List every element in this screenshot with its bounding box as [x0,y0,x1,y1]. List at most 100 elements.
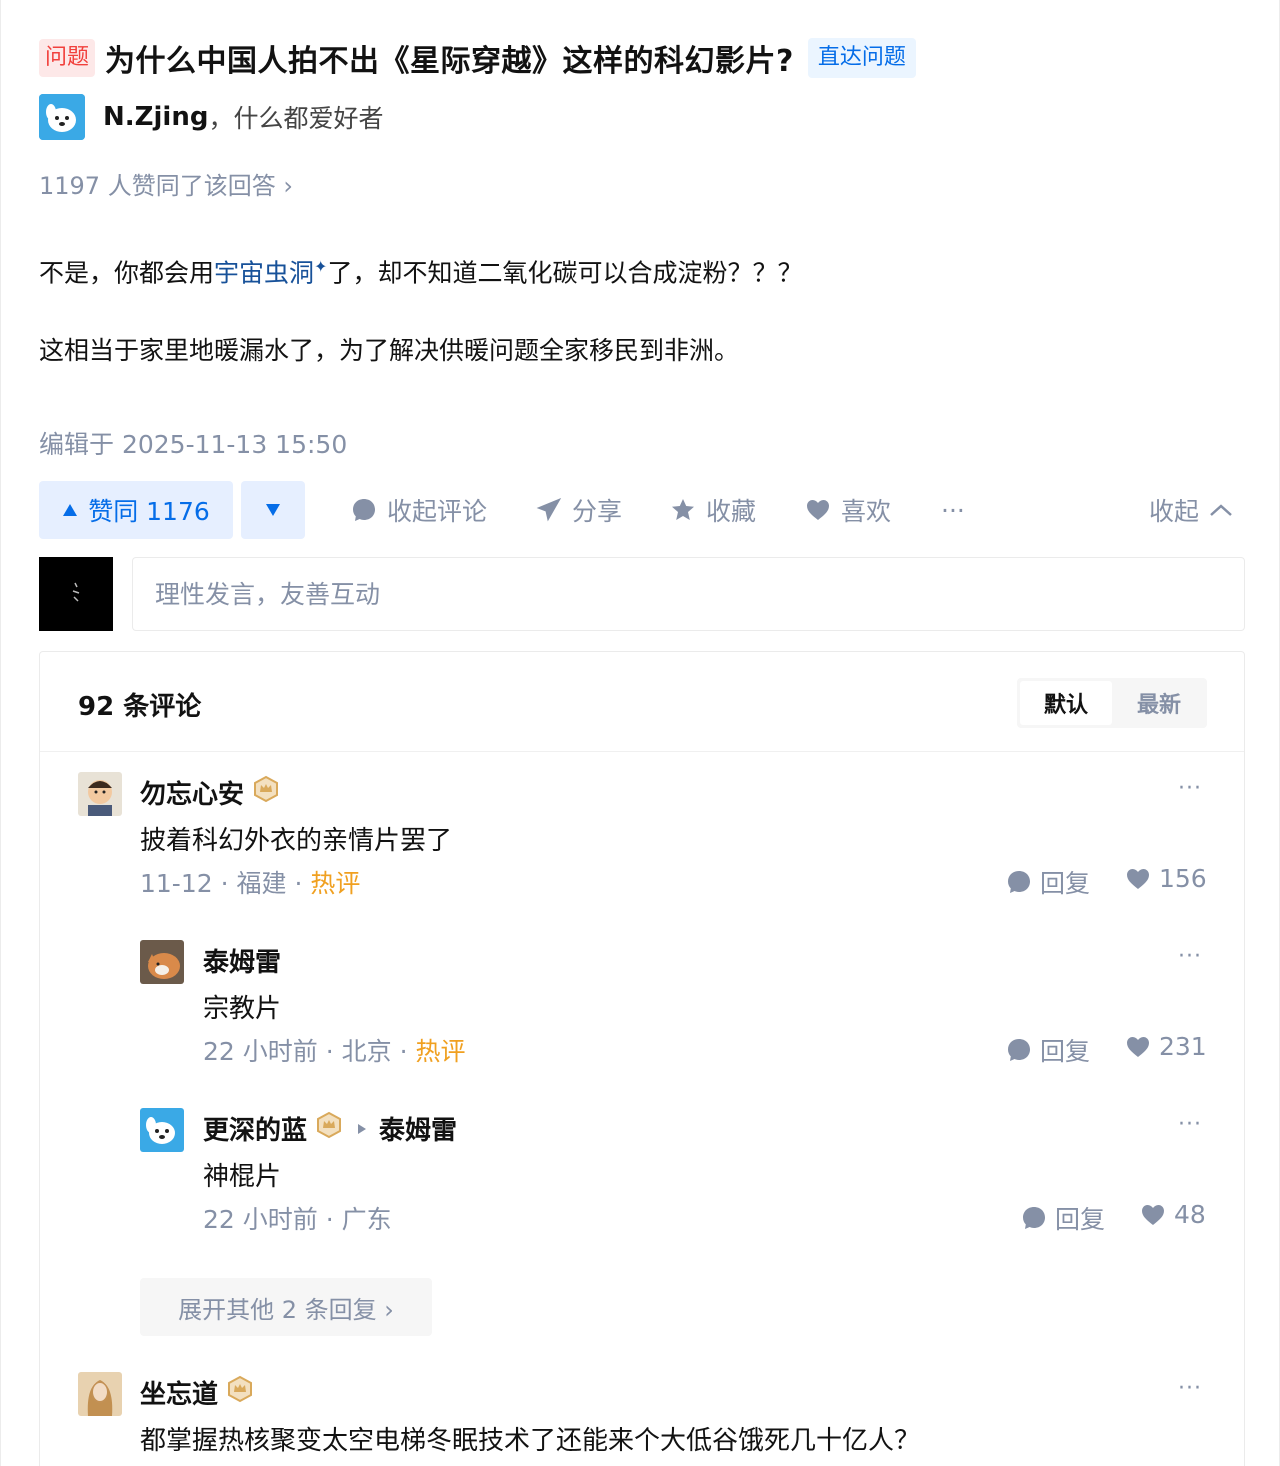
chevron-up-icon [1210,504,1232,516]
comment-date: 22 小时前 [203,1037,318,1066]
comment-input[interactable] [132,557,1245,631]
commenter-avatar[interactable] [140,1108,184,1152]
comment-like-button[interactable]: 231 [1125,1032,1207,1061]
dog-avatar-icon [140,1108,184,1152]
reply-label: 回复 [1040,869,1091,898]
like-label: 喜欢 [841,497,892,526]
commenter-name[interactable]: 更深的蓝 [203,1110,307,1147]
reply-button[interactable]: 回复 [1006,864,1090,900]
paper-plane-icon [536,497,562,522]
comment-location: 北京 [341,1037,392,1066]
answer-paragraph: 这相当于家里地暖漏水了，为了解决供暖问题全家移民到非洲。 [39,336,740,365]
upvote-label: 赞同 1176 [88,497,210,526]
comment-like-button[interactable]: 48 [1140,1200,1206,1229]
reply-label: 回复 [1055,1205,1106,1234]
reply-label: 回复 [1040,1037,1091,1066]
collapse-comments-button[interactable]: 收起评论 [351,481,487,539]
commenter-name-row: 勿忘心安 [140,774,280,811]
like-button[interactable]: 喜欢 [805,481,891,539]
comment-location: 福建 [236,869,287,898]
comment-date: 22 小时前 [203,1205,318,1234]
commenter-avatar[interactable] [78,1372,122,1416]
reply-item: 更深的蓝 泰姆雷 ··· 神棍片 22 小时前 · 广东 回复 48 [140,1108,1208,1238]
answer-text: 不是，你都会用 [39,258,215,288]
calligraphy-avatar-icon [39,557,113,631]
author-info: N.Zjing ，什么都爱好者 [39,94,383,140]
answer-text: 了，却不知道二氧化碳可以合成淀粉？？？ [327,258,803,288]
portrait-photo-icon [78,1372,122,1416]
sparkle-icon: ✦ [314,257,328,276]
star-icon [672,499,694,520]
like-count: 48 [1174,1200,1206,1229]
question-header: 问题 为什么中国人拍不出《星际穿越》这样的科幻影片? 直达问题 [39,36,916,80]
collapse-answer-button[interactable]: 收起 [1149,481,1233,539]
comment-more-button[interactable]: ··· [1178,944,1202,969]
crown-badge-icon [226,1375,254,1410]
reply-to-name[interactable]: 泰姆雷 [379,1110,457,1147]
expand-replies-button[interactable]: 展开其他 2 条回复 › [140,1278,432,1336]
reply-button[interactable]: 回复 [1021,1200,1105,1236]
crown-badge-icon [252,775,280,810]
voters-summary-link[interactable]: 1197 人赞同了该回答 › [39,166,293,201]
my-avatar[interactable] [39,557,113,631]
comment-more-button[interactable]: ··· [1178,1112,1202,1137]
commenter-name-row: 更深的蓝 泰姆雷 [203,1110,457,1147]
comment-item: 坐忘道 ··· 都掌握热核聚变太空电梯冬眠技术了还能来个大低谷饿死几十亿人？ [78,1372,1208,1466]
comment-bubble-icon [1008,871,1030,893]
comment-text: 宗教片 [203,994,282,1024]
comment-like-button[interactable]: 156 [1125,864,1207,893]
baby-photo-icon [78,772,122,816]
comment-location: 广东 [341,1205,392,1234]
heart-icon [1142,1204,1164,1225]
like-count: 231 [1159,1032,1207,1061]
comment-composer [39,557,1245,631]
author-avatar[interactable] [39,94,85,140]
author-bio: ，什么都爱好者 [208,104,384,133]
more-actions-button[interactable]: ··· [941,481,965,539]
goto-question-button[interactable]: 直达问题 [807,38,916,78]
commenter-avatar[interactable] [140,940,184,984]
favorite-button[interactable]: 收藏 [670,481,756,539]
triangle-down-icon [266,504,280,516]
reply-item: 泰姆雷 ··· 宗教片 22 小时前 · 北京 · 热评 回复 231 [140,940,1208,1070]
commenter-name[interactable]: 坐忘道 [140,1374,218,1411]
comment-item: 勿忘心安 ··· 披着科幻外衣的亲情片罢了 11-12 · 福建 · 热评 回复 [78,772,1208,902]
reply-button[interactable]: 回复 [1006,1032,1090,1068]
comment-more-button[interactable]: ··· [1178,776,1202,801]
heart-icon [1127,1036,1149,1057]
reply-arrow-icon [357,1123,367,1135]
answer-paragraph: 不是，你都会用宇宙虫洞✦了，却不知道二氧化碳可以合成淀粉？？？ [39,250,802,290]
comment-text: 神棍片 [203,1162,282,1192]
commenter-name-row: 泰姆雷 [203,942,281,979]
comment-more-button[interactable]: ··· [1178,1376,1202,1401]
like-count: 156 [1159,864,1207,893]
comment-text: 披着科幻外衣的亲情片罢了 [140,826,453,856]
hot-comment-badge: 热评 [310,869,361,898]
meta-separator: · [325,1037,342,1066]
meta-separator: · [399,1037,416,1066]
upvote-button[interactable]: 赞同 1176 [39,481,233,539]
heart-icon [807,500,829,520]
comment-meta: 11-12 · 福建 · 热评 [140,864,360,900]
question-title[interactable]: 为什么中国人拍不出《星际穿越》这样的科幻影片? [105,36,794,80]
comment-bubble-icon [1023,1207,1045,1229]
author-name[interactable]: N.Zjing [103,102,208,132]
collapse-label: 收起 [1149,497,1200,526]
commenter-name[interactable]: 泰姆雷 [203,942,281,979]
commenter-name-row: 坐忘道 [140,1374,254,1411]
sort-latest-tab[interactable]: 最新 [1114,681,1204,725]
sort-default-tab[interactable]: 默认 [1020,681,1112,725]
answer-page: 问题 为什么中国人拍不出《星际穿越》这样的科幻影片? 直达问题 N.Zjing … [0,0,1280,1466]
share-label: 分享 [572,497,623,526]
commenter-name[interactable]: 勿忘心安 [140,774,244,811]
comment-count: 92 条评论 [78,692,202,722]
comments-panel: 92 条评论 默认 最新 勿忘心安 ··· 披着科幻外衣的亲情片罢了 11-12… [39,651,1245,1466]
share-button[interactable]: 分享 [536,481,622,539]
question-tag: 问题 [39,39,96,77]
commenter-avatar[interactable] [78,772,122,816]
comment-text: 都掌握热核聚变太空电梯冬眠技术了还能来个大低谷饿死几十亿人？ [140,1426,921,1456]
downvote-button[interactable] [241,481,305,539]
edited-time: 编辑于 2025-11-13 15:50 [39,430,348,459]
wormhole-link[interactable]: 宇宙虫洞 [214,258,314,287]
hot-comment-badge: 热评 [415,1037,466,1066]
